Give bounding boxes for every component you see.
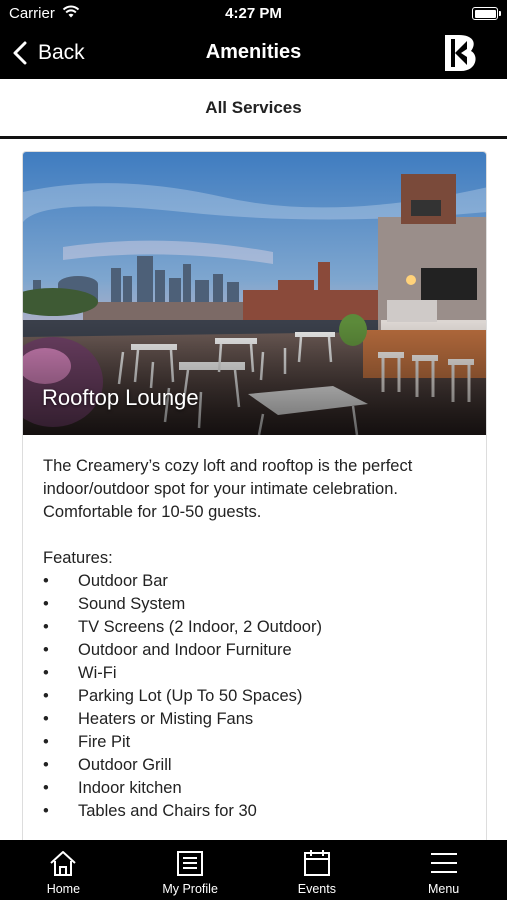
feature-label: Parking Lot (Up To 50 Spaces)	[78, 687, 303, 705]
amenity-title: Rooftop Lounge	[42, 385, 199, 410]
feature-item: • Outdoor Bar	[43, 570, 466, 593]
feature-item: • Sound System	[43, 593, 466, 616]
feature-item: • Heaters or Misting Fans	[43, 708, 466, 731]
bullet-marker: •	[43, 802, 49, 820]
feature-label: Outdoor Bar	[78, 572, 168, 590]
tab-my-profile[interactable]: My Profile	[127, 840, 254, 900]
feature-item: • Fire Pit	[43, 731, 466, 754]
tab-my-profile-label: My Profile	[162, 882, 218, 896]
home-icon	[50, 851, 77, 876]
bullet-marker: •	[43, 687, 49, 705]
tab-menu-label: Menu	[427, 882, 460, 896]
feature-item: • Parking Lot (Up To 50 Spaces)	[43, 685, 466, 708]
tab-home-label: Home	[46, 882, 81, 896]
feature-label: Wi-Fi	[78, 664, 117, 682]
features-heading: Features:	[43, 549, 113, 567]
nav-bar: Back Amenities	[0, 28, 507, 79]
features-list: • Outdoor Bar • Sound System • TV Screens (2 …	[43, 570, 466, 823]
profile-icon	[177, 851, 204, 876]
feature-label: Tables and Chairs for 30	[78, 802, 257, 820]
amenity-details: The Creamery’s cozy loft and rooftop is …	[23, 435, 486, 823]
feature-label: TV Screens (2 Indoor, 2 Outdoor)	[78, 618, 322, 636]
feature-label: Fire Pit	[78, 733, 131, 751]
amenity-photo: Rooftop Lounge	[23, 152, 486, 435]
feature-item: • Tables and Chairs for 30	[43, 800, 466, 823]
bullet-marker: •	[43, 733, 49, 751]
calendar-icon	[303, 850, 330, 876]
content-scroll[interactable]: Rooftop Lounge The Creamery’s cozy loft …	[0, 139, 507, 840]
services-filter-label: All Services	[205, 97, 302, 117]
tab-events[interactable]: Events	[254, 840, 381, 900]
tab-menu[interactable]: Menu	[380, 840, 507, 900]
feature-label: Sound System	[78, 595, 186, 613]
clock: 4:27 PM	[225, 5, 282, 22]
feature-label: Indoor kitchen	[78, 779, 182, 797]
bullet-marker: •	[43, 595, 49, 613]
page-title: Amenities	[205, 41, 302, 63]
feature-item: • Wi-Fi	[43, 662, 466, 685]
feature-label: Heaters or Misting Fans	[78, 710, 254, 728]
feature-item: • Indoor kitchen	[43, 777, 466, 800]
bullet-marker: •	[43, 618, 49, 636]
feature-label: Outdoor Grill	[78, 756, 172, 774]
feature-item: • TV Screens (2 Indoor, 2 Outdoor)	[43, 616, 466, 639]
feature-item: • Outdoor and Indoor Furniture	[43, 639, 466, 662]
menu-icon	[430, 853, 457, 873]
battery-icon	[472, 7, 501, 20]
bullet-marker: •	[43, 664, 49, 682]
tab-bar: Home My Profile Events Menu	[0, 840, 507, 900]
feature-label: Outdoor and Indoor Furniture	[78, 641, 292, 659]
status-bar: Carrier 4:27 PM	[0, 0, 507, 28]
tab-home[interactable]: Home	[0, 840, 127, 900]
services-filter[interactable]: All Services	[0, 79, 507, 139]
bullet-marker: •	[43, 641, 49, 659]
bullet-marker: •	[43, 756, 49, 774]
amenity-description: The Creamery’s cozy loft and rooftop is …	[43, 457, 413, 521]
feature-item: • Outdoor Grill	[43, 754, 466, 777]
bullet-marker: •	[43, 572, 49, 590]
brand-logo	[445, 35, 476, 71]
bullet-marker: •	[43, 710, 49, 728]
amenity-card: Rooftop Lounge The Creamery’s cozy loft …	[22, 151, 487, 840]
screen: Carrier 4:27 PM Back Amenities All Servi…	[0, 0, 507, 900]
bullet-marker: •	[43, 779, 49, 797]
tab-events-label: Events	[297, 882, 336, 896]
